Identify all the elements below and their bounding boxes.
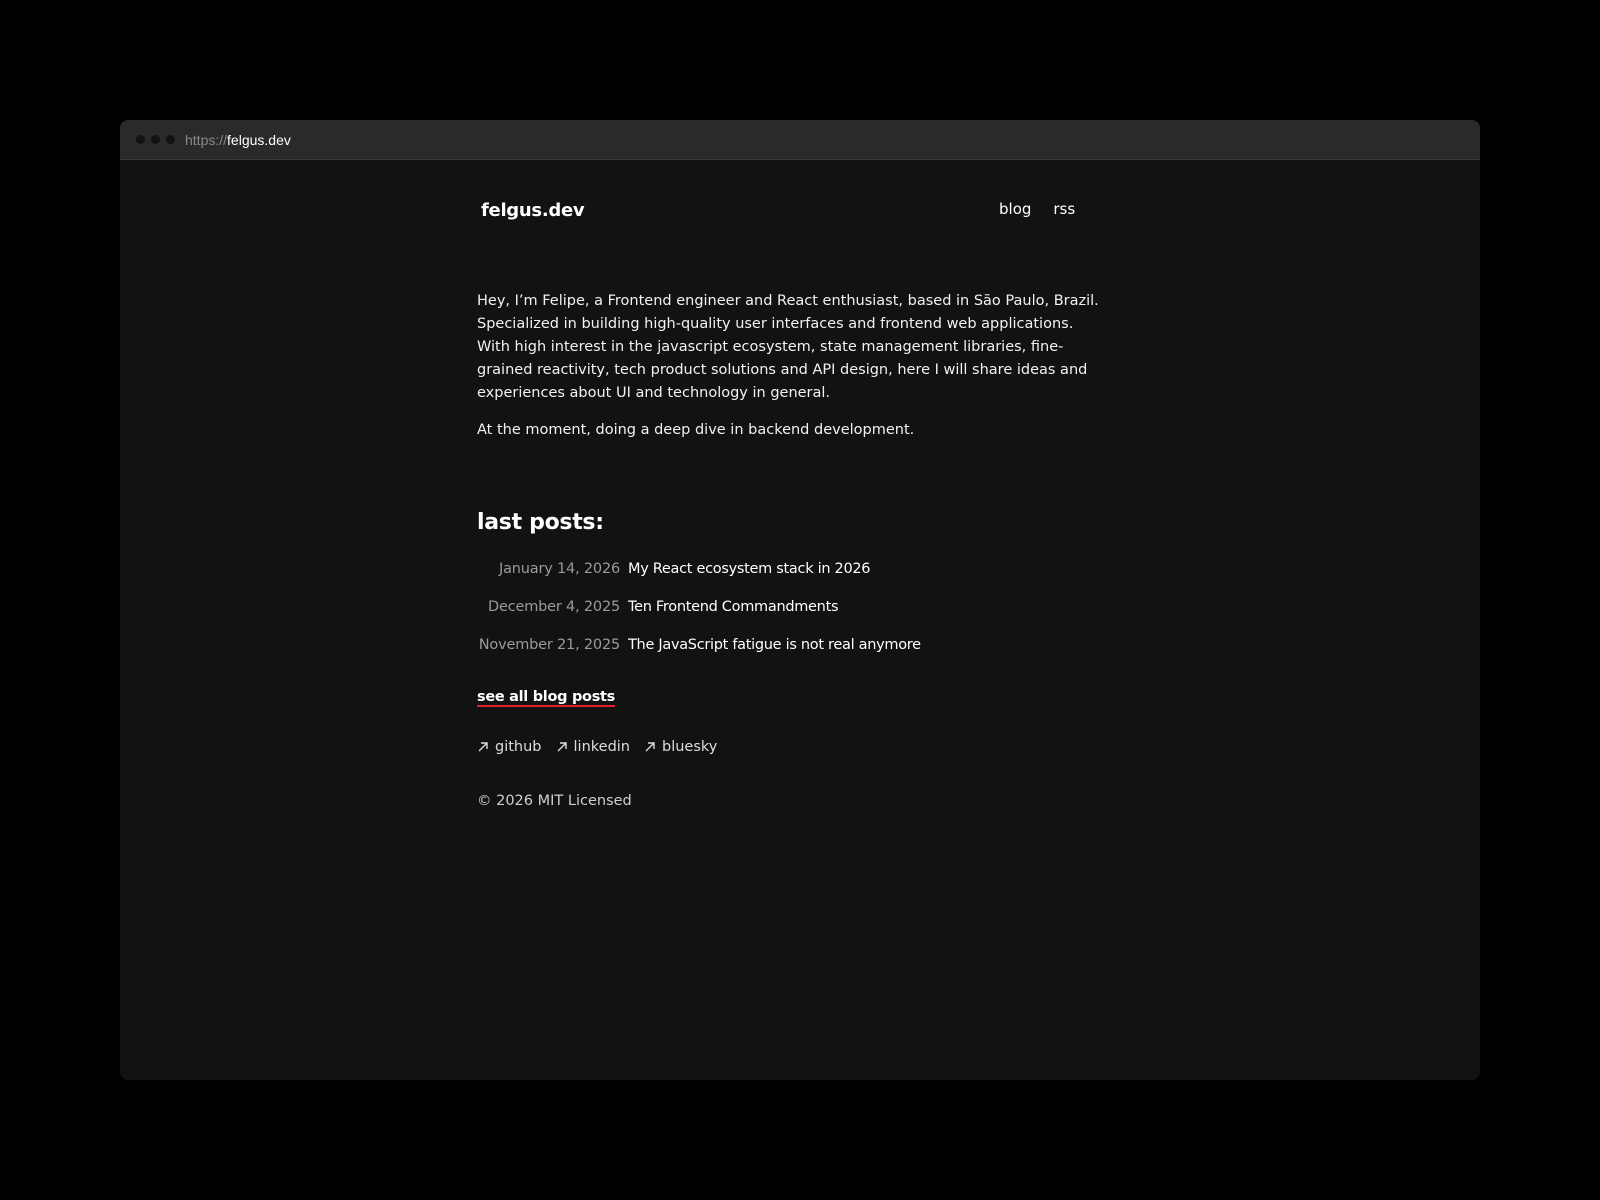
see-all-posts-link[interactable]: see all blog posts [477,689,615,705]
main-nav: blog rss [999,200,1075,218]
post-title-link[interactable]: Ten Frontend Commandments [628,599,839,615]
social-link-bluesky[interactable]: bluesky [644,739,717,755]
window-dot-minimize-icon[interactable] [151,135,160,144]
post-title-link[interactable]: The JavaScript fatigue is not real anymo… [628,637,921,653]
social-link-linkedin[interactable]: linkedin [556,739,630,755]
intro-paragraph: Hey, I’m Felipe, a Frontend engineer and… [477,293,1099,401]
nav-link-rss[interactable]: rss [1053,200,1075,218]
site-header: felgus.dev blog rss [477,160,1107,260]
arrow-up-right-icon [557,742,567,752]
nav-link-blog[interactable]: blog [999,200,1031,218]
social-label: linkedin [573,739,630,755]
footer-copyright: © 2026 MIT Licensed [477,793,632,809]
arrow-up-right-icon [478,742,488,752]
url-scheme: https:// [185,131,228,148]
arrow-up-right-icon [645,742,655,752]
browser-titlebar: https://felgus.dev [120,120,1480,160]
post-row: November 21, 2025 The JavaScript fatigue… [477,637,1107,675]
address-bar[interactable]: https://felgus.dev [185,132,291,148]
browser-window: https://felgus.dev felgus.dev blog rss H… [120,120,1480,1080]
post-title-link[interactable]: My React ecosystem stack in 2026 [628,561,871,577]
post-date: November 21, 2025 [478,637,620,653]
post-list: January 14, 2026 My React ecosystem stac… [477,561,1107,675]
page-content: felgus.dev blog rss Hey, I’m Felipe, a F… [477,160,1107,809]
last-posts-heading: last posts: [477,510,604,535]
social-link-github[interactable]: github [477,739,542,755]
site-logo[interactable]: felgus.dev [481,200,585,221]
post-date: January 14, 2026 [499,561,620,577]
social-label: bluesky [662,739,718,755]
post-row: December 4, 2025 Ten Frontend Commandmen… [477,599,1107,637]
post-row: January 14, 2026 My React ecosystem stac… [477,561,1107,599]
intro-section: Hey, I’m Felipe, a Frontend engineer and… [477,290,1107,442]
intro-status-paragraph: At the moment, doing a deep dive in back… [477,422,915,438]
url-host: felgus.dev [227,131,291,148]
window-controls [136,135,175,144]
social-links: github linkedin bluesky [477,739,1107,755]
post-date: December 4, 2025 [488,599,620,615]
window-dot-maximize-icon[interactable] [166,135,175,144]
social-label: github [495,739,542,755]
window-dot-close-icon[interactable] [136,135,145,144]
